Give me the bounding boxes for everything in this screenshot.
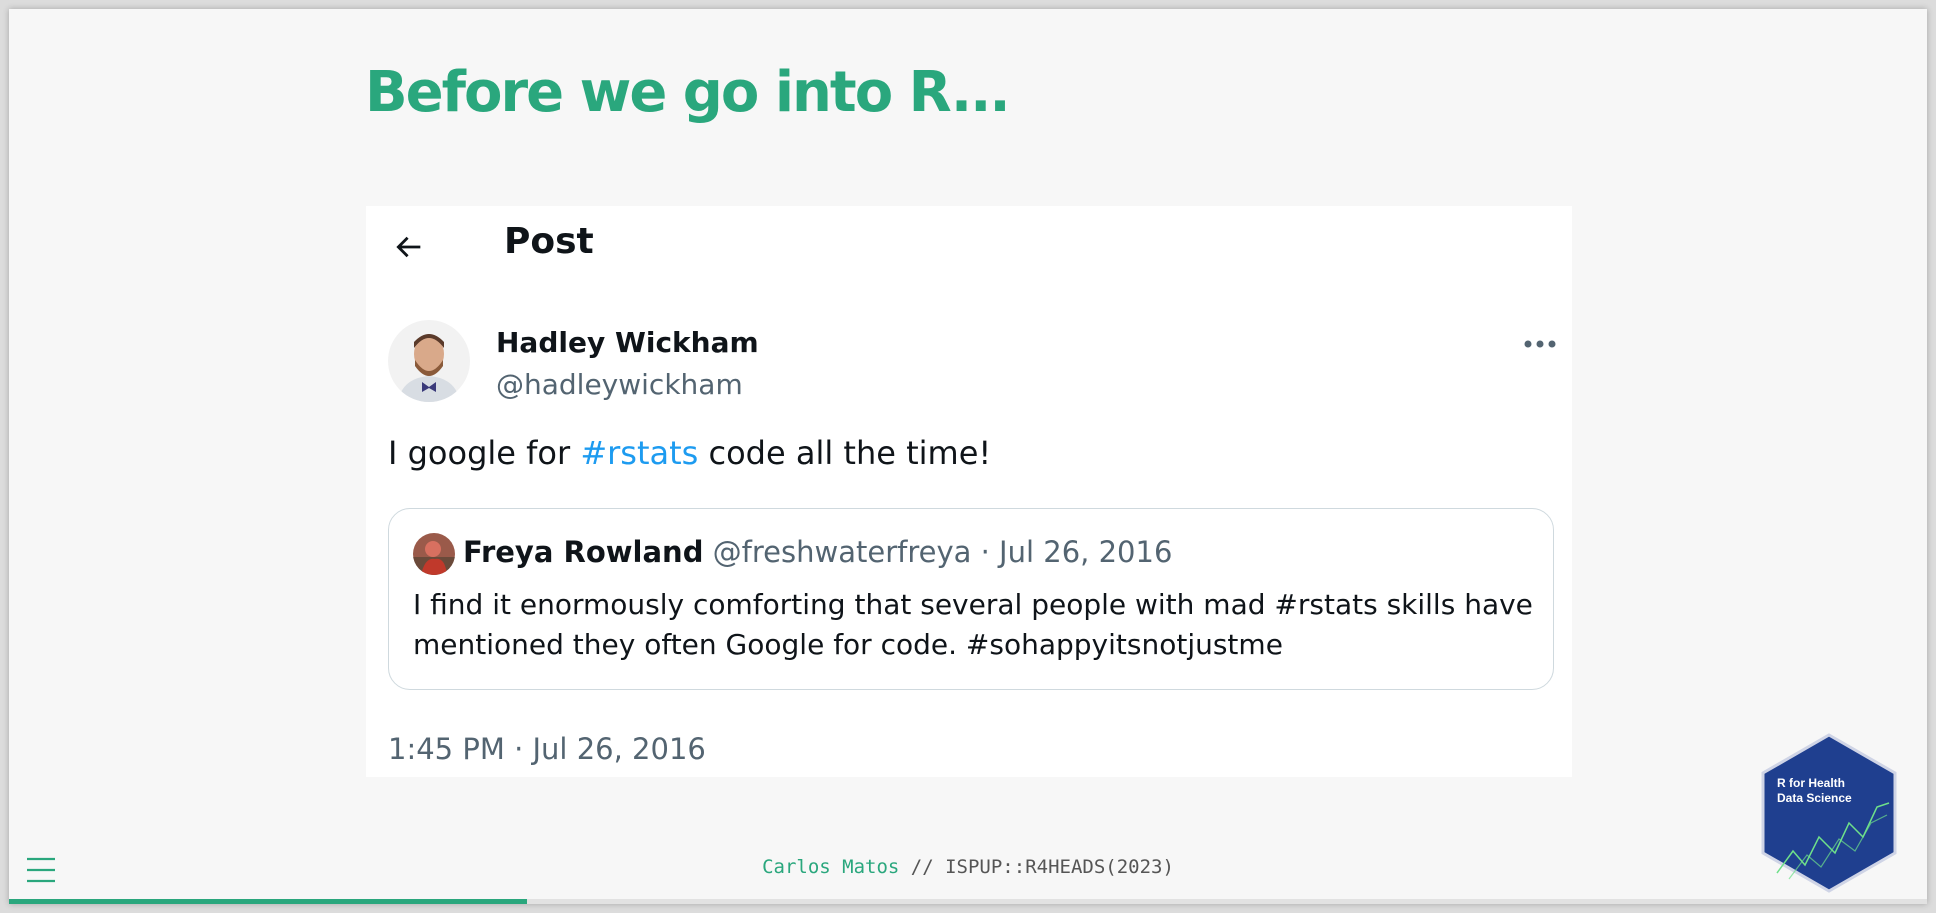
quoted-tweet[interactable]: Freya Rowland @freshwaterfreya · Jul 26,… <box>388 508 1554 690</box>
course-logo: R for Health Data Science <box>1761 733 1897 893</box>
slide: Before we go into R... Post Hadley Wickh… <box>9 9 1927 904</box>
quote-author-meta: @freshwaterfreya · Jul 26, 2016 <box>703 535 1173 569</box>
post-heading: Post <box>504 221 594 262</box>
progress-fill <box>9 899 527 904</box>
quote-header: Freya Rowland @freshwaterfreya · Jul 26,… <box>463 535 1172 569</box>
quote-text: I find it enormously comforting that sev… <box>413 588 1533 661</box>
progress-bar <box>9 899 1927 904</box>
logo-line-2: Data Science <box>1777 791 1852 805</box>
slide-title: Before we go into R... <box>365 60 1011 125</box>
footer-author: Carlos Matos <box>762 856 900 878</box>
avatar[interactable] <box>388 320 470 402</box>
author-name[interactable]: Hadley Wickham <box>496 326 759 359</box>
slide-footer: Carlos Matos // ISPUP::R4HEADS(2023) <box>9 856 1927 878</box>
tweet-timestamp[interactable]: 1:45 PM · Jul 26, 2016 <box>388 732 706 766</box>
arrow-left-icon[interactable] <box>392 230 426 264</box>
tweet-text-after: code all the time! <box>698 434 992 472</box>
hashtag-link[interactable]: #rstats <box>580 434 698 472</box>
author-handle[interactable]: @hadleywickham <box>496 368 743 401</box>
more-horizontal-icon[interactable] <box>1523 338 1557 350</box>
quote-author-name: Freya Rowland <box>463 535 704 569</box>
logo-line-1: R for Health <box>1777 776 1845 790</box>
footer-course: // ISPUP::R4HEADS(2023) <box>899 856 1174 878</box>
tweet-text: I google for #rstats code all the time! <box>388 434 991 472</box>
quote-avatar <box>413 533 455 575</box>
tweet-text-before: I google for <box>388 434 581 472</box>
tweet-card: Post Hadley Wickham @hadleywickham I goo… <box>366 206 1572 777</box>
